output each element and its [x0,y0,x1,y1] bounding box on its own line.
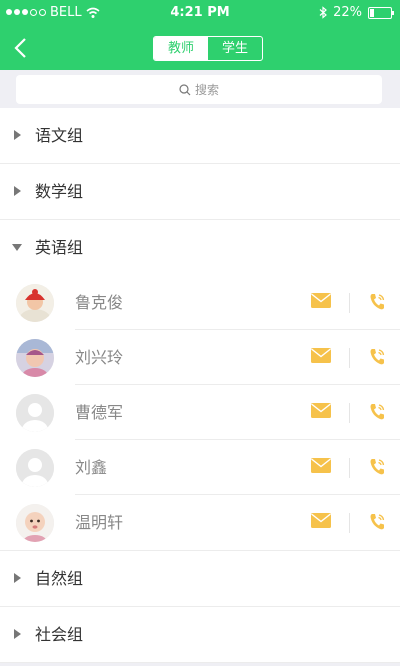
back-icon[interactable] [10,36,34,60]
mail-icon[interactable] [311,348,331,363]
group-label: 自然组 [35,569,84,588]
group-row-expanded[interactable]: 英语组 [0,220,400,275]
member-name: 鲁克俊 [75,293,124,312]
avatar [16,284,54,322]
member-name: 曹德军 [75,403,124,422]
member-row[interactable]: 刘兴玲 [0,330,400,385]
battery-icon [368,6,394,19]
mail-icon[interactable] [311,513,331,528]
avatar [16,339,54,377]
tab-student[interactable]: 学生 [208,37,262,60]
avatar-placeholder [16,449,54,487]
contact-list: 语文组 数学组 英语组 鲁克俊 刘兴玲 曹德军 刘鑫 温明轩 自然组 社会组 [0,108,400,663]
divider [349,348,350,368]
phone-icon[interactable] [369,513,385,531]
caret-right-icon [14,629,21,639]
mail-icon[interactable] [311,458,331,473]
group-label: 社会组 [35,625,84,644]
search-icon [179,83,191,95]
avatar [16,504,54,542]
group-row[interactable]: 社会组 [0,607,400,663]
group-label: 语文组 [35,126,84,145]
mail-icon[interactable] [311,403,331,418]
divider [349,458,350,478]
member-name: 温明轩 [75,513,124,532]
divider [349,513,350,533]
phone-icon[interactable] [369,348,385,366]
avatar-placeholder [16,394,54,432]
caret-right-icon [14,130,21,140]
search-input[interactable]: 搜索 [16,75,382,104]
member-name: 刘兴玲 [75,348,124,367]
status-bar: BELL 4:21 PM 22% [0,0,400,26]
member-row[interactable]: 温明轩 [0,495,400,551]
group-label: 数学组 [35,182,84,201]
nav-header: BELL 4:21 PM 22% 教师 学生 [0,0,400,70]
phone-icon[interactable] [369,293,385,311]
mail-icon[interactable] [311,293,331,308]
member-row[interactable]: 曹德军 [0,385,400,440]
role-segmented-control: 教师 学生 [153,36,263,61]
member-row[interactable]: 鲁克俊 [0,275,400,330]
group-row[interactable]: 语文组 [0,108,400,164]
battery-percent: 22% [333,5,362,20]
tab-teacher[interactable]: 教师 [154,37,208,60]
caret-right-icon [14,573,21,583]
search-placeholder: 搜索 [194,83,219,97]
caret-right-icon [14,186,21,196]
group-row[interactable]: 数学组 [0,164,400,220]
phone-icon[interactable] [369,458,385,476]
caret-down-icon [12,244,22,251]
divider [349,293,350,313]
search-bar: 搜索 [0,70,400,108]
member-name: 刘鑫 [75,458,108,477]
group-row[interactable]: 自然组 [0,551,400,607]
bluetooth-icon [319,6,328,19]
group-label: 英语组 [35,238,84,257]
phone-icon[interactable] [369,403,385,421]
member-row[interactable]: 刘鑫 [0,440,400,495]
divider [349,403,350,423]
